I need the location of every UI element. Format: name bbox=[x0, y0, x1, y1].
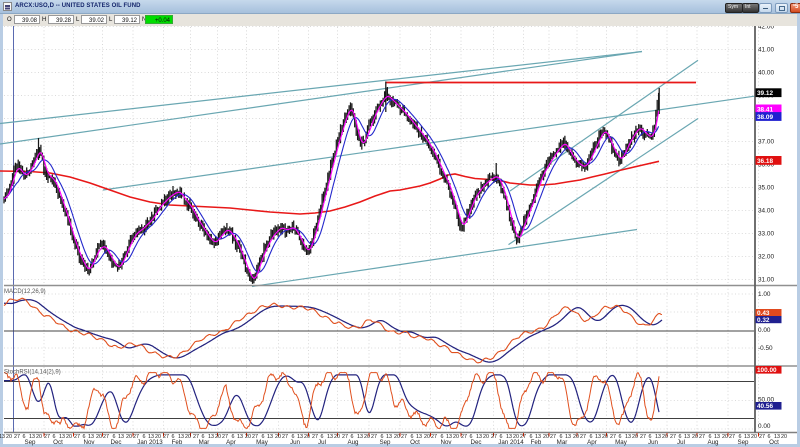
svg-text:Mar: Mar bbox=[557, 439, 568, 446]
svg-text:Apr: Apr bbox=[226, 439, 236, 446]
svg-text:27: 27 bbox=[640, 434, 646, 440]
svg-text:40.56: 40.56 bbox=[757, 403, 773, 410]
svg-text:42.00: 42.00 bbox=[758, 26, 774, 31]
svg-text:27: 27 bbox=[282, 434, 288, 440]
svg-text:Dec: Dec bbox=[110, 439, 121, 446]
svg-text:20: 20 bbox=[751, 434, 757, 440]
svg-text:Jul: Jul bbox=[318, 439, 326, 446]
svg-text:36.18: 36.18 bbox=[757, 158, 773, 165]
svg-text:Jun: Jun bbox=[290, 439, 301, 446]
svg-text:Oct: Oct bbox=[53, 439, 63, 446]
svg-text:39.12: 39.12 bbox=[757, 90, 773, 97]
svg-text:31.00: 31.00 bbox=[758, 277, 774, 284]
svg-text:Nov: Nov bbox=[83, 439, 95, 446]
svg-text:20: 20 bbox=[36, 434, 42, 440]
svg-text:20: 20 bbox=[334, 434, 340, 440]
svg-text:Feb: Feb bbox=[172, 439, 183, 446]
svg-text:20: 20 bbox=[602, 434, 608, 440]
svg-text:May: May bbox=[256, 439, 269, 446]
svg-text:27: 27 bbox=[14, 434, 20, 440]
svg-text:0.43: 0.43 bbox=[757, 310, 770, 317]
svg-text:27: 27 bbox=[74, 434, 80, 440]
svg-text:20: 20 bbox=[364, 434, 370, 440]
svg-text:13: 13 bbox=[267, 434, 273, 440]
svg-text:35.00: 35.00 bbox=[758, 185, 774, 192]
svg-text:Sep: Sep bbox=[24, 439, 36, 446]
svg-text:May: May bbox=[615, 439, 628, 446]
svg-text:0.00: 0.00 bbox=[758, 423, 771, 430]
svg-text:13: 13 bbox=[0, 434, 5, 440]
svg-text:Jan 2013: Jan 2013 bbox=[137, 439, 163, 446]
svg-text:27: 27 bbox=[699, 434, 705, 440]
svg-text:27: 27 bbox=[670, 434, 676, 440]
svg-text:38.09: 38.09 bbox=[757, 114, 773, 121]
svg-text:27: 27 bbox=[759, 434, 765, 440]
svg-text:-0.50: -0.50 bbox=[758, 345, 773, 352]
svg-text:20: 20 bbox=[66, 434, 72, 440]
svg-text:20: 20 bbox=[781, 434, 787, 440]
svg-text:27: 27 bbox=[580, 434, 586, 440]
svg-text:33.00: 33.00 bbox=[758, 231, 774, 238]
svg-text:27: 27 bbox=[431, 434, 437, 440]
svg-text:0.32: 0.32 bbox=[757, 317, 770, 324]
svg-text:27: 27 bbox=[401, 434, 407, 440]
svg-text:Oct: Oct bbox=[410, 439, 420, 446]
svg-text:Aug: Aug bbox=[707, 439, 719, 446]
svg-text:40.00: 40.00 bbox=[758, 70, 774, 77]
svg-text:20: 20 bbox=[96, 434, 102, 440]
svg-text:100.00: 100.00 bbox=[757, 367, 777, 374]
svg-text:27: 27 bbox=[491, 434, 497, 440]
svg-text:20: 20 bbox=[483, 434, 489, 440]
svg-text:20: 20 bbox=[304, 434, 310, 440]
svg-text:20: 20 bbox=[424, 434, 430, 440]
svg-text:20: 20 bbox=[185, 434, 191, 440]
svg-text:20: 20 bbox=[692, 434, 698, 440]
svg-text:Jan 2014: Jan 2014 bbox=[498, 439, 524, 446]
svg-text:Mar: Mar bbox=[199, 439, 210, 446]
svg-text:1.00: 1.00 bbox=[758, 291, 771, 298]
svg-text:Aug: Aug bbox=[347, 439, 359, 446]
svg-text:27: 27 bbox=[44, 434, 50, 440]
svg-text:Feb: Feb bbox=[531, 439, 542, 446]
svg-text:20: 20 bbox=[126, 434, 132, 440]
svg-text:StochRSI(14,14(2),9): StochRSI(14,14(2),9) bbox=[4, 370, 61, 376]
svg-text:37.00: 37.00 bbox=[758, 139, 774, 146]
svg-text:27: 27 bbox=[103, 434, 109, 440]
svg-text:20: 20 bbox=[275, 434, 281, 440]
svg-text:20: 20 bbox=[543, 434, 549, 440]
svg-text:20: 20 bbox=[215, 434, 221, 440]
svg-text:27: 27 bbox=[550, 434, 556, 440]
svg-text:32.00: 32.00 bbox=[758, 254, 774, 261]
svg-text:13: 13 bbox=[327, 434, 333, 440]
svg-text:20: 20 bbox=[573, 434, 579, 440]
svg-text:MACD(12,26,9): MACD(12,26,9) bbox=[4, 289, 46, 295]
svg-text:13: 13 bbox=[237, 434, 243, 440]
svg-text:Oct: Oct bbox=[769, 439, 779, 446]
svg-text:Apr: Apr bbox=[587, 439, 597, 446]
svg-text:27: 27 bbox=[163, 434, 169, 440]
svg-text:27: 27 bbox=[729, 434, 735, 440]
svg-text:20: 20 bbox=[245, 434, 251, 440]
svg-text:27: 27 bbox=[371, 434, 377, 440]
svg-text:20: 20 bbox=[632, 434, 638, 440]
svg-text:Jul: Jul bbox=[677, 439, 685, 446]
svg-text:Sep: Sep bbox=[379, 439, 391, 446]
svg-text:Dec: Dec bbox=[470, 439, 481, 446]
svg-text:0.00: 0.00 bbox=[758, 327, 771, 334]
svg-text:20: 20 bbox=[722, 434, 728, 440]
svg-text:41.00: 41.00 bbox=[758, 47, 774, 54]
svg-text:Jun: Jun bbox=[648, 439, 659, 446]
svg-text:20: 20 bbox=[453, 434, 459, 440]
svg-text:27: 27 bbox=[461, 434, 467, 440]
svg-text:Sep: Sep bbox=[737, 439, 749, 446]
svg-text:34.00: 34.00 bbox=[758, 208, 774, 215]
svg-text:20: 20 bbox=[6, 434, 12, 440]
svg-text:20: 20 bbox=[394, 434, 400, 440]
svg-text:20: 20 bbox=[662, 434, 668, 440]
svg-text:Nov: Nov bbox=[440, 439, 452, 446]
